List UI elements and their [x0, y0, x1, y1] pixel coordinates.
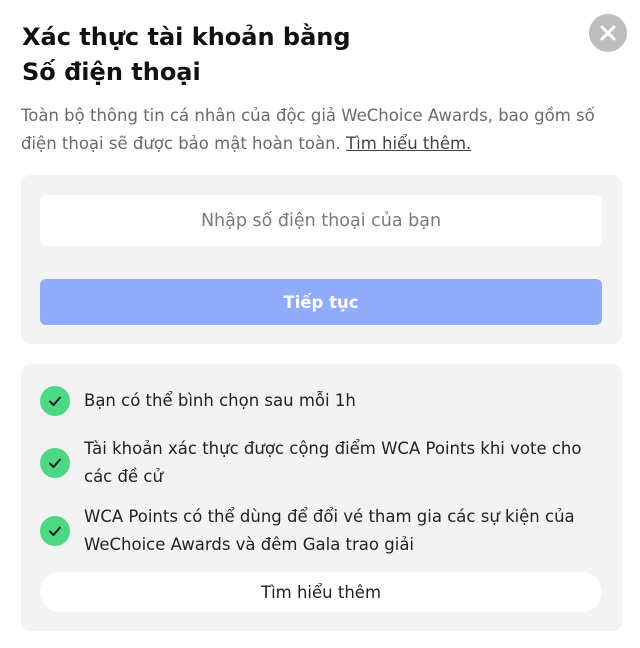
phone-number-input[interactable] [40, 195, 602, 246]
check-icon [40, 516, 70, 546]
close-button[interactable] [589, 14, 627, 52]
benefit-text: Tài khoản xác thực được cộng điểm WCA Po… [84, 439, 582, 486]
learn-more-button[interactable]: Tìm hiểu thêm [40, 572, 602, 612]
close-icon [600, 25, 616, 41]
check-icon [40, 386, 70, 416]
learn-more-link[interactable]: Tìm hiểu thêm. [346, 134, 471, 153]
check-icon [40, 448, 70, 478]
benefit-text: Bạn có thể bình chọn sau mỗi 1h [84, 391, 356, 410]
benefits-card: Bạn có thể bình chọn sau mỗi 1h Tài khoả… [21, 364, 622, 631]
benefit-item: Tài khoản xác thực được cộng điểm WCA Po… [40, 435, 600, 491]
dialog-title-line-1: Xác thực tài khoản bằng [22, 23, 351, 51]
phone-verification-dialog: Xác thực tài khoản bằng Số điện thoại To… [0, 0, 640, 648]
privacy-description: Toàn bộ thông tin cá nhân của độc giả We… [21, 102, 621, 158]
benefit-text: WCA Points có thể dùng để đổi vé tham gi… [84, 507, 575, 554]
dialog-title-line-2: Số điện thoại [22, 58, 201, 86]
privacy-description-text: Toàn bộ thông tin cá nhân của độc giả We… [21, 106, 595, 153]
continue-button[interactable]: Tiếp tục [40, 279, 602, 325]
benefit-item: Bạn có thể bình chọn sau mỗi 1h [40, 386, 600, 416]
benefit-item: WCA Points có thể dùng để đổi vé tham gi… [40, 503, 600, 559]
phone-form-card: Tiếp tục [21, 175, 622, 344]
dialog-title: Xác thực tài khoản bằng Số điện thoại [22, 20, 562, 90]
